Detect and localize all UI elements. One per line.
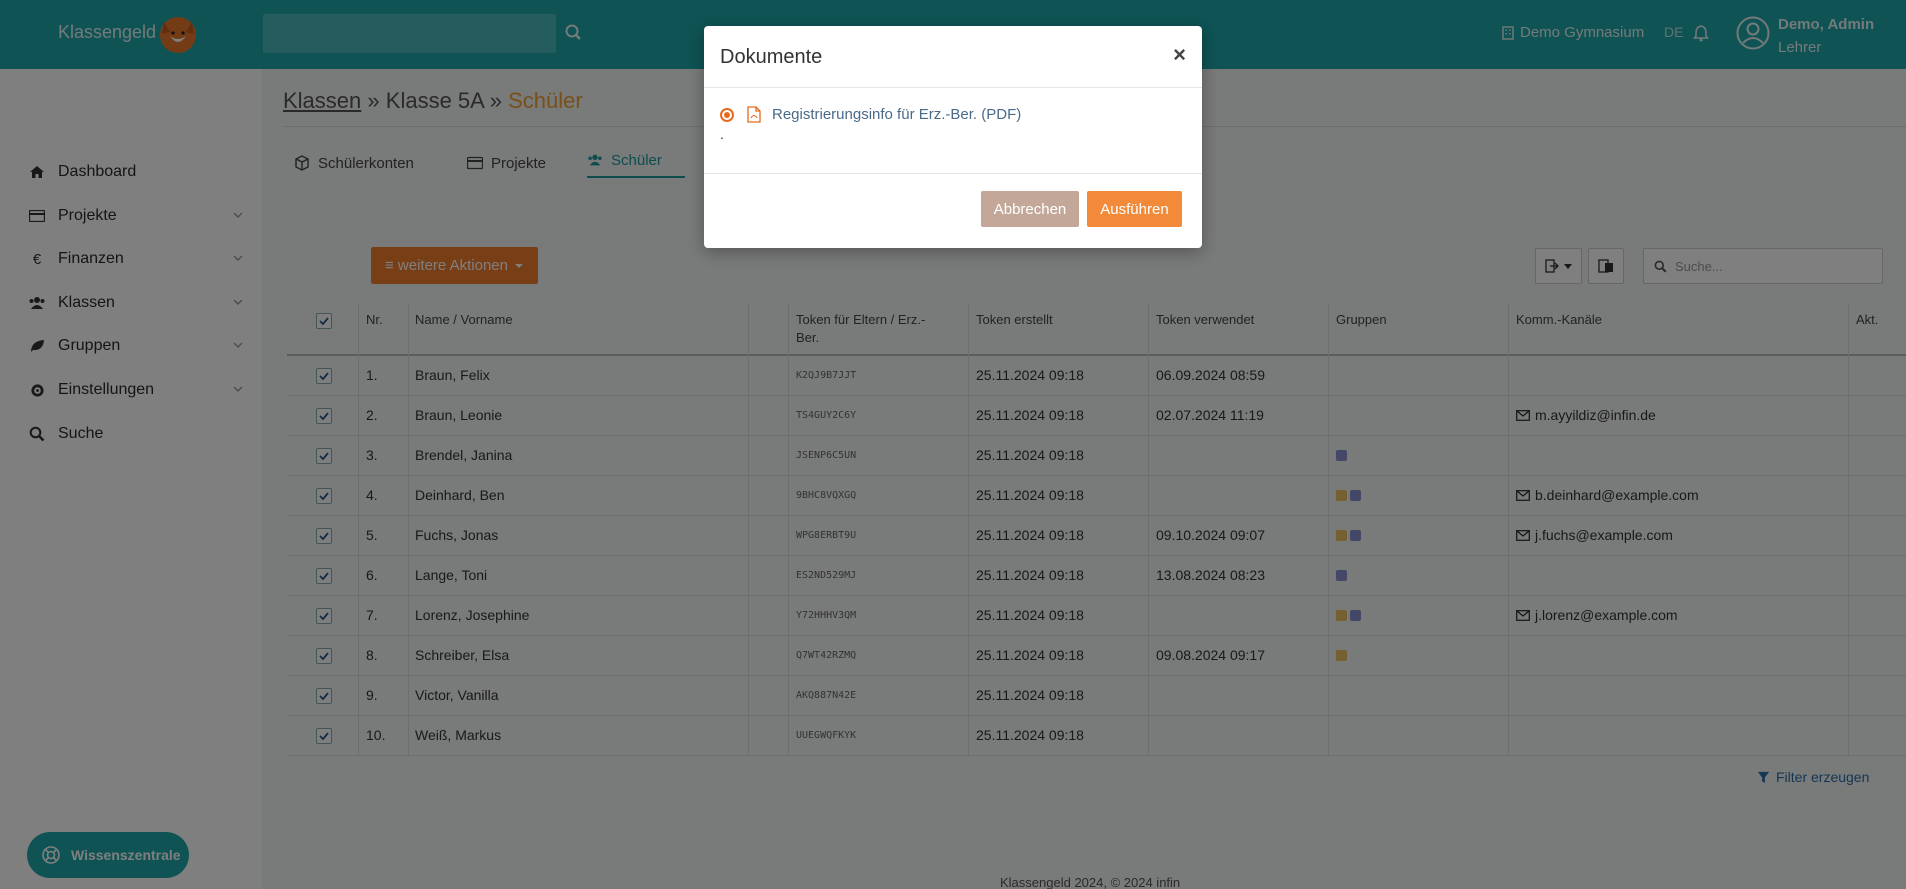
documents-dialog: Dokumente × Registrierungsinfo für Erz.-… — [704, 26, 1202, 248]
document-option-label[interactable]: Registrierungsinfo für Erz.-Ber. (PDF) — [772, 106, 1021, 123]
close-icon[interactable]: × — [1173, 42, 1186, 68]
cancel-button[interactable]: Abbrechen — [981, 191, 1079, 227]
dialog-divider — [704, 173, 1202, 174]
execute-button[interactable]: Ausführen — [1087, 191, 1182, 227]
dialog-note: . — [720, 126, 724, 142]
dialog-divider — [704, 87, 1202, 88]
pdf-file-icon — [747, 106, 761, 123]
dialog-title: Dokumente — [720, 46, 823, 68]
document-radio[interactable] — [720, 108, 734, 122]
